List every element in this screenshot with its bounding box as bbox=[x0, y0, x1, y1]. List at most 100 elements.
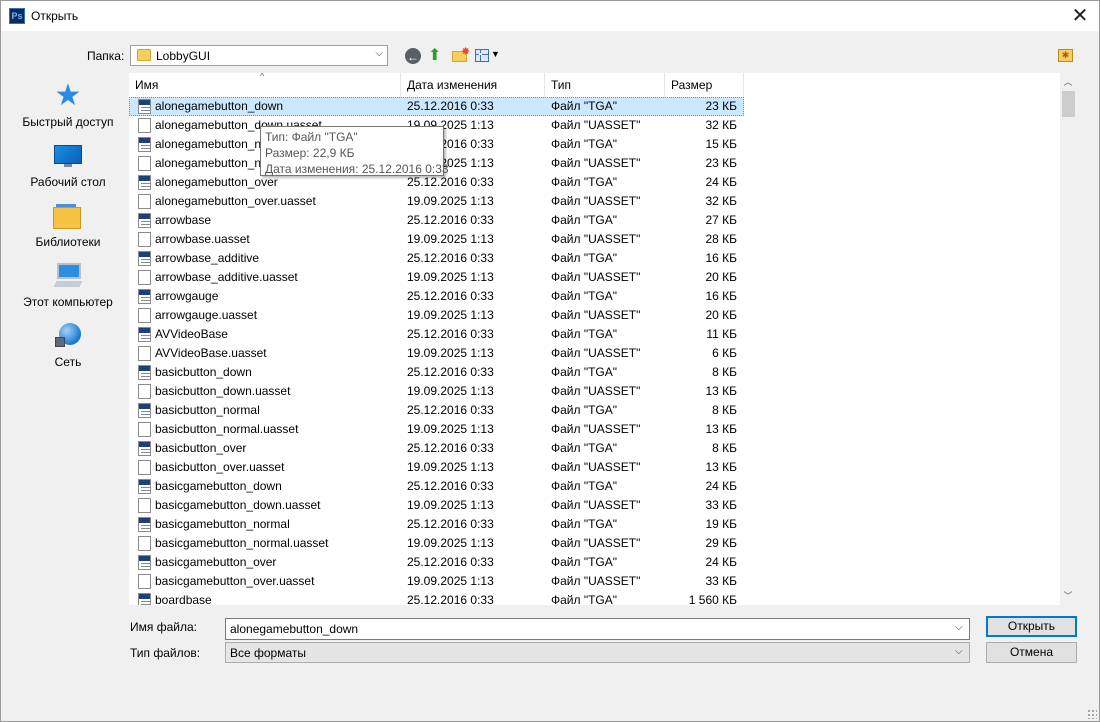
file-date: 25.12.2016 0:33 bbox=[407, 365, 494, 379]
file-row[interactable]: basicgamebutton_over.uasset 19.09.2025 1:… bbox=[129, 572, 744, 591]
file-row[interactable]: arrowgauge 25.12.2016 0:33 Файл "TGA" 16 КБ bbox=[129, 287, 744, 306]
file-row[interactable]: arrowbase.uasset 19.09.2025 1:13 Файл "UAS… bbox=[129, 230, 744, 249]
file-size: 6 КБ bbox=[712, 346, 737, 360]
chevron-down-icon[interactable]: ⌵ bbox=[955, 622, 963, 633]
scrollbar-thumb[interactable] bbox=[1062, 91, 1075, 117]
file-type: Файл "TGA" bbox=[551, 365, 618, 379]
file-name: basicbutton_over bbox=[155, 441, 247, 455]
file-size: 24 КБ bbox=[705, 479, 737, 493]
file-row[interactable]: basicgamebutton_down 25.12.2016 0:33 Файл … bbox=[129, 477, 744, 496]
tga-image-file-icon bbox=[138, 327, 151, 342]
sidebar-item-label: Быстрый доступ bbox=[22, 115, 114, 129]
tga-image-file-icon bbox=[138, 517, 151, 532]
view-menu-icon[interactable]: ▼ bbox=[475, 47, 500, 65]
file-row[interactable]: basicbutton_down.uasset 19.09.2025 1:13 Фа… bbox=[129, 382, 744, 401]
close-button[interactable]: ✕ bbox=[1065, 1, 1095, 31]
scroll-up-arrow-icon[interactable]: ︿ bbox=[1060, 75, 1076, 89]
new-folder-icon[interactable]: ✸ bbox=[452, 46, 470, 65]
file-size: 24 КБ bbox=[705, 555, 737, 569]
resize-grip-icon[interactable] bbox=[1087, 709, 1097, 719]
file-size: 27 КБ bbox=[705, 213, 737, 227]
file-row[interactable]: basicgamebutton_down.uasset 19.09.2025 1:… bbox=[129, 496, 744, 515]
file-type: Файл "TGA" bbox=[551, 213, 618, 227]
tga-image-file-icon bbox=[138, 137, 151, 152]
file-row[interactable]: basicbutton_down 25.12.2016 0:33 Файл "TGA… bbox=[129, 363, 744, 382]
cancel-button[interactable]: Отмена bbox=[986, 642, 1077, 663]
generic-file-icon bbox=[138, 194, 151, 209]
tooltip-type: Тип: Файл "TGA" bbox=[265, 130, 358, 144]
filename-input[interactable]: alonegamebutton_down bbox=[225, 618, 970, 640]
folder-icon bbox=[137, 49, 151, 61]
file-row[interactable]: basicgamebutton_over 25.12.2016 0:33 Файл … bbox=[129, 553, 744, 572]
file-type: Файл "TGA" bbox=[551, 555, 618, 569]
file-type: Файл "TGA" bbox=[551, 441, 618, 455]
file-size: 16 КБ bbox=[705, 251, 737, 265]
file-date: 19.09.2025 1:13 bbox=[407, 308, 494, 322]
file-row[interactable]: basicbutton_normal.uasset 19.09.2025 1:13… bbox=[129, 420, 744, 439]
back-icon[interactable]: ← bbox=[405, 48, 421, 64]
current-folder-name: LobbyGUI bbox=[156, 49, 211, 63]
generic-file-icon bbox=[138, 308, 151, 323]
column-header-date[interactable]: Дата изменения bbox=[401, 73, 545, 97]
tga-image-file-icon bbox=[138, 289, 151, 304]
file-row[interactable]: basicgamebutton_normal.uasset 19.09.2025 … bbox=[129, 534, 744, 553]
file-type: Файл "TGA" bbox=[551, 327, 618, 341]
file-name: basicbutton_over.uasset bbox=[155, 460, 285, 474]
file-row[interactable]: basicgamebutton_normal 25.12.2016 0:33 Фай… bbox=[129, 515, 744, 534]
file-row[interactable]: boardbase 25.12.2016 0:33 Файл "TGA" 1 560 … bbox=[129, 591, 744, 605]
file-type: Файл "TGA" bbox=[551, 593, 618, 605]
file-row[interactable]: basicbutton_over 25.12.2016 0:33 Файл "TGA… bbox=[129, 439, 744, 458]
folder-dropdown[interactable]: LobbyGUI ⌵ bbox=[130, 45, 388, 66]
file-date: 19.09.2025 1:13 bbox=[407, 194, 494, 208]
vertical-scrollbar[interactable]: ︿ ﹀ bbox=[1060, 73, 1076, 605]
file-date: 19.09.2025 1:13 bbox=[407, 498, 494, 512]
column-header-size[interactable]: Размер bbox=[665, 73, 744, 97]
favorite-icon[interactable]: ✱ bbox=[1058, 49, 1073, 62]
scroll-down-arrow-icon[interactable]: ﹀ bbox=[1060, 589, 1076, 603]
file-type: Файл "TGA" bbox=[551, 175, 618, 189]
file-name: basicgamebutton_normal bbox=[155, 517, 290, 531]
file-info-tooltip: Тип: Файл "TGA" Размер: 22,9 КБ Дата изм… bbox=[260, 126, 449, 176]
file-date: 25.12.2016 0:33 bbox=[407, 555, 494, 569]
file-name: arrowbase_additive bbox=[155, 251, 260, 265]
file-type: Файл "TGA" bbox=[551, 251, 618, 265]
file-row[interactable]: AVVideoBase.uasset 19.09.2025 1:13 Файл "U… bbox=[129, 344, 744, 363]
file-size: 32 КБ bbox=[705, 194, 737, 208]
tooltip-size: Размер: 22,9 КБ bbox=[265, 146, 355, 160]
file-date: 25.12.2016 0:33 bbox=[407, 251, 494, 265]
filetype-select[interactable]: Все форматы bbox=[225, 642, 970, 663]
file-row[interactable]: alonegamebutton_down 25.12.2016 0:33 Файл … bbox=[129, 97, 744, 116]
file-date: 25.12.2016 0:33 bbox=[407, 441, 494, 455]
file-size: 19 КБ bbox=[705, 517, 737, 531]
column-header-name[interactable]: Имя bbox=[129, 73, 401, 97]
file-name: basicgamebutton_normal.uasset bbox=[155, 536, 329, 550]
file-row[interactable]: AVVideoBase 25.12.2016 0:33 Файл "TGA" 11 К… bbox=[129, 325, 744, 344]
file-type: Файл "UASSET" bbox=[551, 156, 641, 170]
file-size: 15 КБ bbox=[705, 137, 737, 151]
file-name: basicbutton_normal.uasset bbox=[155, 422, 299, 436]
file-type: Файл "UASSET" bbox=[551, 574, 641, 588]
file-type: Файл "TGA" bbox=[551, 289, 618, 303]
file-date: 25.12.2016 0:33 bbox=[407, 99, 494, 113]
column-header-row: Имя ^ Дата изменения Тип Размер bbox=[129, 73, 744, 97]
file-date: 25.12.2016 0:33 bbox=[407, 289, 494, 303]
file-type: Файл "TGA" bbox=[551, 137, 618, 151]
star-icon: ★ bbox=[54, 79, 82, 112]
title-bar[interactable]: Ps Открыть ✕ bbox=[1, 1, 1099, 31]
open-button[interactable]: Открыть bbox=[986, 616, 1077, 637]
tga-image-file-icon bbox=[138, 479, 151, 494]
file-row[interactable]: arrowbase_additive 25.12.2016 0:33 Файл "T… bbox=[129, 249, 744, 268]
column-header-type[interactable]: Тип bbox=[545, 73, 665, 97]
file-row[interactable]: basicbutton_over.uasset 19.09.2025 1:13 Фа… bbox=[129, 458, 744, 477]
sort-ascending-icon: ^ bbox=[260, 73, 265, 81]
file-row[interactable]: alonegamebutton_over.uasset 19.09.2025 1:… bbox=[129, 192, 744, 211]
file-row[interactable]: arrowbase_additive.uasset 19.09.2025 1:13… bbox=[129, 268, 744, 287]
file-type: Файл "TGA" bbox=[551, 403, 618, 417]
chevron-down-icon[interactable]: ⌵ bbox=[955, 646, 963, 657]
file-row[interactable]: basicbutton_normal 25.12.2016 0:33 Файл "T… bbox=[129, 401, 744, 420]
file-row[interactable]: arrowgauge.uasset 19.09.2025 1:13 Файл "UA… bbox=[129, 306, 744, 325]
up-folder-icon[interactable]: ⬆ bbox=[428, 47, 446, 65]
file-row[interactable]: arrowbase 25.12.2016 0:33 Файл "TGA" 27 КБ bbox=[129, 211, 744, 230]
file-type: Файл "UASSET" bbox=[551, 384, 641, 398]
photoshop-app-icon: Ps bbox=[9, 8, 25, 24]
